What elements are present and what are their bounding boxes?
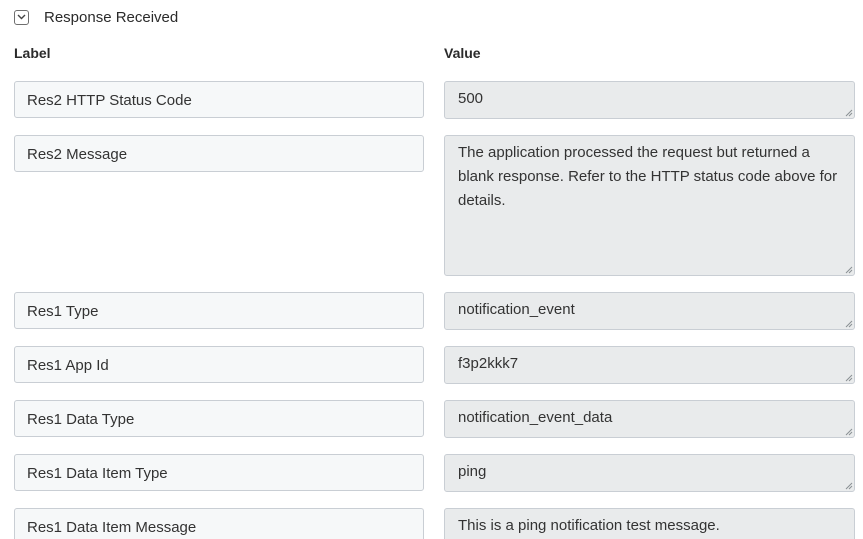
label-column-header: Label <box>14 45 51 61</box>
value-field-res1-app-id[interactable]: f3p2kkk7 <box>444 346 855 384</box>
label-field-res2-message[interactable]: Res2 Message <box>14 135 424 172</box>
resize-handle-icon[interactable] <box>843 264 853 274</box>
value-field-res2-message[interactable]: The application processed the request bu… <box>444 135 855 276</box>
resize-handle-icon[interactable] <box>843 372 853 382</box>
resize-handle-icon[interactable] <box>843 426 853 436</box>
label-field-res1-data-item-message[interactable]: Res1 Data Item Message <box>14 508 424 539</box>
value-field-res1-type[interactable]: notification_event <box>444 292 855 330</box>
value-text: notification_event <box>458 301 575 318</box>
value-text: The application processed the request bu… <box>458 144 838 209</box>
value-text: f3p2kkk7 <box>458 355 519 372</box>
label-field-res1-app-id[interactable]: Res1 App Id <box>14 346 424 383</box>
chevron-down-icon <box>17 14 26 20</box>
value-text: 500 <box>458 90 484 107</box>
value-field-res1-data-item-message[interactable]: This is a ping notification test message… <box>444 508 855 539</box>
value-field-res2-http-status-code[interactable]: 500 <box>444 81 855 119</box>
value-text: notification_event_data <box>458 409 613 426</box>
label-field-res1-data-item-type[interactable]: Res1 Data Item Type <box>14 454 424 491</box>
label-field-res2-http-status-code[interactable]: Res2 HTTP Status Code <box>14 81 424 118</box>
resize-handle-icon[interactable] <box>843 480 853 490</box>
resize-handle-icon[interactable] <box>843 318 853 328</box>
section-header: Response Received <box>14 8 178 26</box>
resize-handle-icon[interactable] <box>843 107 853 117</box>
section-title: Response Received <box>44 8 179 26</box>
value-field-res1-data-item-type[interactable]: ping <box>444 454 855 492</box>
value-text: This is a ping notification test message… <box>458 517 720 534</box>
label-field-res1-type[interactable]: Res1 Type <box>14 292 424 329</box>
value-text: ping <box>458 463 487 480</box>
value-column-header: Value <box>444 45 481 61</box>
label-field-res1-data-type[interactable]: Res1 Data Type <box>14 400 424 437</box>
value-field-res1-data-type[interactable]: notification_event_data <box>444 400 855 438</box>
collapse-toggle-button[interactable] <box>14 9 29 25</box>
